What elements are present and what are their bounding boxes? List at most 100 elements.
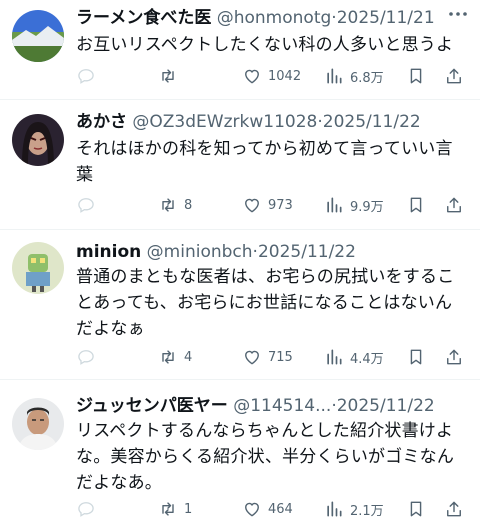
avatar[interactable] (12, 398, 64, 450)
author-handle[interactable]: @minionbch (147, 242, 253, 262)
post-text-line: 普通のまともな医者は、お宅らの尻拭いをするこ (76, 267, 455, 287)
post-text-line: だよなあ。 (76, 473, 162, 493)
post-header: ラーメン食べた医 @honmonotg·2025/11/21 (76, 4, 440, 32)
avatar[interactable] (12, 114, 64, 166)
views-count: 2.1万 (350, 503, 384, 519)
post-text-line: 葉 (76, 165, 94, 185)
repost-count: 1 (184, 501, 193, 517)
like-count: 715 (268, 349, 293, 365)
views-button[interactable]: 4.4万 (324, 343, 384, 371)
share-button[interactable] (444, 191, 464, 219)
post[interactable]: minion @minionbch·2025/11/22 普通のまともな医者は、… (0, 230, 480, 380)
author-handle[interactable]: @114514... (233, 396, 331, 416)
heart-icon (245, 350, 259, 365)
repost-button[interactable]: 8 (158, 191, 192, 219)
author-handle[interactable]: @honmonotg (217, 8, 332, 28)
like-button[interactable]: 715 (242, 343, 293, 371)
like-button[interactable]: 1042 (242, 62, 301, 90)
action-bar: 8 973 9.9万 (62, 191, 470, 219)
post-text: リスペクトするんならちゃんとした紹介状書けよ な。美容からくる紹介状、半分くらい… (76, 418, 472, 496)
author-name[interactable]: あかさ (76, 112, 127, 132)
repost-button[interactable]: 1 (158, 495, 192, 523)
post-text: それはほかの科を知ってから初めて言っていい言 葉 (76, 136, 472, 188)
post-text-line: それはほかの科を知ってから初めて言っていい言 (76, 139, 453, 159)
post-date[interactable]: 2025/11/22 (323, 112, 421, 132)
reply-button[interactable] (76, 495, 102, 523)
post[interactable]: ラーメン食べた医 @honmonotg·2025/11/21 お互いリスペクトし… (0, 0, 480, 100)
reply-icon (78, 69, 94, 84)
like-count: 1042 (268, 68, 302, 84)
post-date[interactable]: 2025/11/22 (258, 242, 356, 262)
post-header: ジュッセンパ医ヤー @114514...·2025/11/22 (76, 392, 440, 420)
views-button[interactable]: 2.1万 (324, 495, 384, 523)
reply-icon (78, 350, 94, 365)
avatar[interactable] (12, 242, 64, 294)
heart-icon (245, 502, 259, 517)
post-text-line: な。美容からくる紹介状、半分くらいがゴミなん (76, 447, 455, 467)
post-text-line: リスペクトするんならちゃんとした紹介状書けよ (76, 421, 454, 441)
reply-icon (78, 198, 94, 213)
like-button[interactable]: 464 (242, 495, 293, 523)
bookmark-icon (410, 197, 422, 213)
share-icon (447, 68, 461, 84)
repost-button[interactable]: 4 (158, 343, 192, 371)
repost-icon (162, 69, 174, 83)
share-icon (447, 197, 461, 213)
views-chart-icon (327, 68, 342, 84)
share-button[interactable] (444, 495, 464, 523)
timeline-feed: ラーメン食べた医 @honmonotg·2025/11/21 お互いリスペクトし… (0, 0, 480, 532)
bookmark-button[interactable] (406, 343, 426, 371)
bookmark-icon (410, 349, 422, 365)
post-text-line: お互いリスペクトしたくない科の人多いと思うよ (76, 35, 454, 55)
reply-button[interactable] (76, 343, 102, 371)
action-bar: 1042 6.8万 (62, 62, 470, 90)
action-bar: 1 464 2.1万 (62, 495, 470, 523)
share-icon (447, 349, 461, 365)
post-header: あかさ @OZ3dEWzrkw11028·2025/11/22 (76, 108, 440, 136)
heart-icon (245, 69, 259, 84)
author-handle[interactable]: @OZ3dEWzrkw11028 (132, 112, 317, 132)
repost-button[interactable] (158, 62, 184, 90)
bookmark-button[interactable] (406, 191, 426, 219)
views-button[interactable]: 6.8万 (324, 62, 384, 90)
repost-icon (162, 502, 174, 516)
avatar[interactable] (12, 10, 64, 62)
author-name[interactable]: minion (76, 242, 141, 262)
reply-icon (78, 502, 94, 517)
post-text-line: とあっても、お宅らにお世話になることはないん (76, 293, 453, 313)
repost-icon (162, 350, 174, 364)
post[interactable]: あかさ @OZ3dEWzrkw11028·2025/11/22 それはほかの科を… (0, 100, 480, 230)
like-count: 973 (268, 197, 293, 213)
reply-button[interactable] (76, 62, 102, 90)
views-button[interactable]: 9.9万 (324, 191, 384, 219)
bookmark-button[interactable] (406, 62, 426, 90)
post-date[interactable]: 2025/11/22 (337, 396, 435, 416)
bookmark-icon (410, 501, 422, 517)
author-name[interactable]: ジュッセンパ医ヤー (76, 396, 228, 416)
more-dots-icon[interactable] (446, 2, 470, 26)
repost-icon (162, 198, 174, 212)
bookmark-icon (410, 68, 422, 84)
repost-count: 4 (184, 349, 193, 365)
views-chart-icon (327, 349, 342, 365)
views-chart-icon (327, 501, 342, 517)
repost-count: 8 (184, 197, 193, 213)
views-count: 6.8万 (350, 70, 384, 86)
post-text-line: だよなぁ (76, 319, 145, 339)
like-button[interactable]: 973 (242, 191, 293, 219)
author-name[interactable]: ラーメン食べた医 (76, 8, 211, 28)
reply-button[interactable] (76, 191, 102, 219)
like-count: 464 (268, 501, 293, 517)
views-chart-icon (327, 197, 342, 213)
heart-icon (245, 198, 259, 213)
post[interactable]: ジュッセンパ医ヤー @114514...·2025/11/22 リスペクトするん… (0, 380, 480, 532)
share-button[interactable] (444, 62, 464, 90)
post-date[interactable]: 2025/11/21 (337, 8, 435, 28)
share-button[interactable] (444, 343, 464, 371)
bookmark-button[interactable] (406, 495, 426, 523)
views-count: 9.9万 (350, 199, 384, 215)
post-header: minion @minionbch·2025/11/22 (76, 238, 440, 266)
share-icon (447, 501, 461, 517)
post-text: お互いリスペクトしたくない科の人多いと思うよ (76, 32, 472, 58)
action-bar: 4 715 4.4万 (62, 343, 470, 371)
